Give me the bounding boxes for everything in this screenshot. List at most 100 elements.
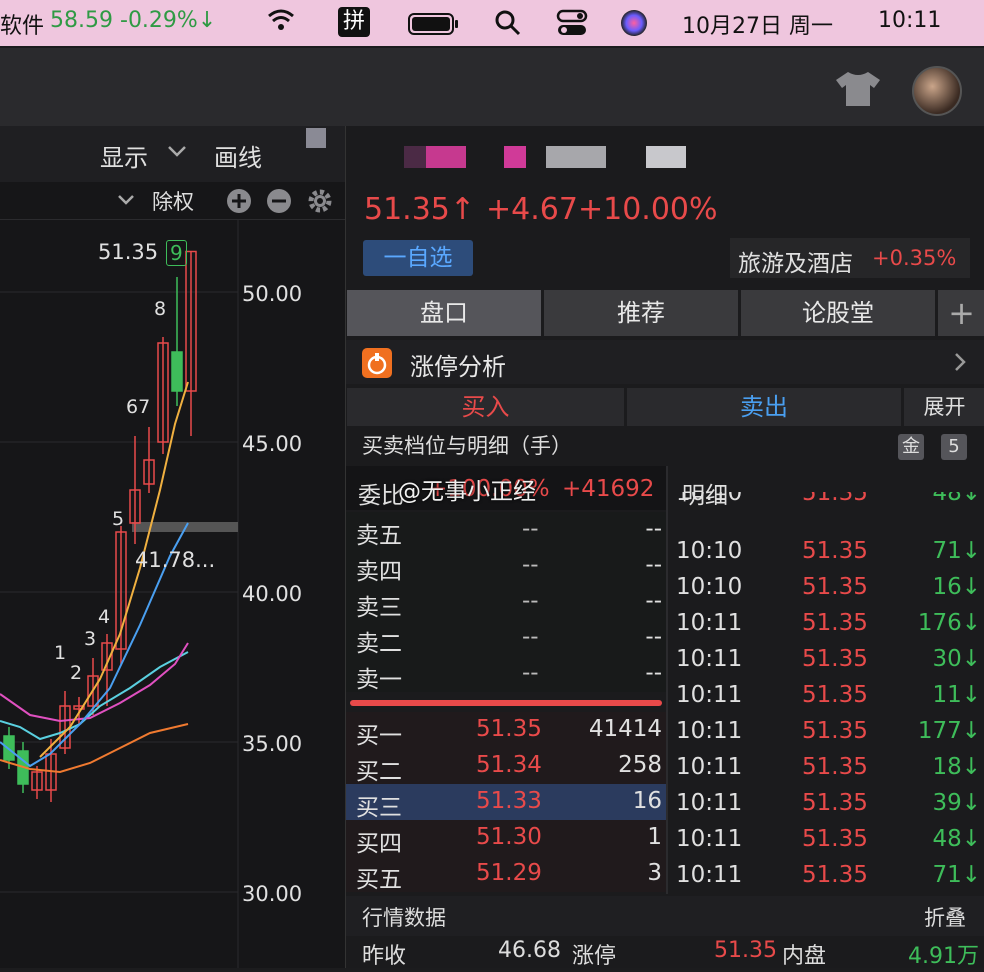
trade-detail-row[interactable]: 10:11 51.35 71↓ [668, 858, 984, 894]
bid-level-row[interactable]: 买二 51.34 258 [346, 748, 666, 785]
detail-price: 51.35 [802, 610, 868, 636]
chart-toolbar: 显示 画线 [0, 126, 345, 182]
square-icon[interactable] [306, 128, 326, 148]
market-data-title: 行情数据 [362, 906, 446, 930]
level-volume: -- [645, 552, 662, 578]
trade-detail-row[interactable]: 10:11 51.35 11↓ [668, 678, 984, 714]
limit-up-label: 涨停 [572, 944, 617, 969]
menubar-date[interactable]: 10月27日 周一 [682, 8, 833, 40]
sector-name[interactable]: 旅游及酒店 [738, 244, 853, 278]
level-label: 卖四 [356, 559, 402, 585]
limit-up-value: 51.35 [714, 938, 777, 963]
day-label: 4 [98, 606, 111, 628]
limit-up-days-badge: 9 [166, 240, 187, 266]
chart-panel: 显示 画线 除权 51.35 9 41.78... 50.00 45.00 40… [0, 126, 345, 968]
display-menu[interactable]: 显示 [100, 138, 148, 173]
prev-close-label: 昨收 [362, 944, 407, 969]
detail-volume: 177↓ [917, 718, 981, 744]
price-tick: 40.00 [242, 582, 303, 606]
ask-level-row[interactable]: 卖三 -- -- [346, 584, 666, 621]
day-label: 3 [84, 628, 97, 650]
detail-price: 51.35 [802, 718, 868, 744]
chevron-right-icon[interactable] [952, 350, 968, 378]
chevron-down-icon[interactable] [116, 190, 136, 214]
expand-button[interactable]: 展开 [904, 388, 984, 426]
price-change: +4.67 [486, 192, 578, 227]
detail-price: 51.35 [802, 754, 868, 780]
ma-line [0, 651, 189, 741]
buy-button[interactable]: 买入 [347, 388, 624, 426]
bid-level-row[interactable]: 买三 51.33 16 [346, 784, 666, 821]
detail-volume: 30↓ [932, 646, 981, 672]
bid-level-row[interactable]: 买一 51.35 41414 [346, 712, 666, 749]
wifi-icon[interactable] [266, 6, 296, 40]
trade-detail-row[interactable]: 10:10 51.35 48↓ [668, 492, 984, 518]
ratio-volume: +41692 [562, 476, 655, 502]
gear-icon[interactable] [306, 187, 334, 219]
level-price: -- [522, 516, 539, 542]
level-badge[interactable]: 5 [941, 434, 967, 460]
add-watchlist-button[interactable]: 一自选 [363, 240, 473, 276]
day-label: 1 [54, 642, 67, 664]
chevron-down-icon[interactable] [166, 140, 188, 166]
level-label: 买一 [356, 723, 402, 749]
inner-volume-value: 4.91万 [908, 944, 979, 969]
trade-detail-row[interactable]: 10:11 51.35 18↓ [668, 750, 984, 786]
level-price: -- [522, 588, 539, 614]
trade-detail-row[interactable]: 10:11 51.35 48↓ [668, 822, 984, 858]
stock-ticker-change: -0.29%↓ [120, 8, 217, 33]
price-tick: 30.00 [242, 882, 303, 906]
current-price: 51.35↑ [364, 192, 476, 227]
trade-detail-row[interactable]: 10:11 51.35 177↓ [668, 714, 984, 750]
detail-price: 51.35 [802, 492, 868, 506]
detail-volume: 39↓ [932, 790, 981, 816]
detail-price: 51.35 [802, 790, 868, 816]
limit-up-analysis-icon [362, 348, 392, 378]
kline-chart[interactable]: 51.35 9 41.78... 50.00 45.00 40.00 35.00… [0, 220, 345, 968]
ask-level-row[interactable]: 卖二 -- -- [346, 620, 666, 657]
candle-body [171, 351, 183, 392]
ma-line [0, 642, 189, 723]
chart-subtoolbar: 除权 [0, 182, 345, 220]
zoom-in-icon[interactable] [226, 188, 252, 218]
battery-icon[interactable] [408, 12, 460, 42]
menubar-time[interactable]: 10:11 [878, 8, 941, 33]
watermark-text: @无事小正经 [398, 479, 536, 505]
detail-time: 10:10 [676, 492, 743, 506]
ask-level-row[interactable]: 卖五 -- -- [346, 512, 666, 549]
collapse-button[interactable]: 折叠 [924, 902, 966, 932]
ask-level-row[interactable]: 卖一 -- -- [346, 656, 666, 693]
trade-detail-row[interactable]: 10:10 51.35 16↓ [668, 570, 984, 606]
skin-shirt-icon[interactable] [832, 70, 884, 112]
ask-level-row[interactable]: 卖四 -- -- [346, 548, 666, 585]
bid-level-row[interactable]: 买五 51.29 3 [346, 856, 666, 893]
limit-up-analysis-label[interactable]: 涨停分析 [410, 347, 506, 382]
sell-button[interactable]: 卖出 [627, 388, 901, 426]
quote-panel: 51.35↑ +4.67 +10.00% 一自选 旅游及酒店 +0.35% 盘口… [345, 126, 984, 969]
detail-time: 10:11 [676, 646, 743, 672]
tab-recommend[interactable]: 推荐 [544, 290, 738, 336]
ex-rights-option[interactable]: 除权 [152, 186, 194, 216]
detail-time: 10:11 [676, 610, 743, 636]
window-top-bar [0, 48, 984, 126]
trade-detail-row[interactable]: 10:10 51.35 71↓ [668, 534, 984, 570]
add-tab-button[interactable]: + [938, 290, 984, 336]
draw-line-menu[interactable]: 画线 [214, 138, 262, 173]
tab-handicap[interactable]: 盘口 [347, 290, 541, 336]
ma-value-label: 41.78... [135, 548, 216, 572]
bid-ask-divider [350, 700, 662, 706]
gold-badge[interactable]: 金 [898, 434, 924, 460]
tab-forum[interactable]: 论股堂 [741, 290, 935, 336]
search-icon[interactable] [494, 9, 522, 43]
input-method-icon[interactable]: 拼 [338, 7, 370, 37]
trade-detail-row[interactable]: 10:11 51.35 176↓ [668, 606, 984, 642]
detail-time: 10:11 [676, 862, 743, 888]
trade-detail-row[interactable]: 10:11 51.35 39↓ [668, 786, 984, 822]
bid-level-row[interactable]: 买四 51.30 1 [346, 820, 666, 857]
avatar[interactable] [912, 66, 962, 116]
control-center-icon[interactable] [556, 9, 588, 43]
trade-detail-row[interactable]: 10:11 51.35 30↓ [668, 642, 984, 678]
level-price: -- [522, 624, 539, 650]
zoom-out-icon[interactable] [266, 188, 292, 218]
siri-icon[interactable] [620, 9, 648, 43]
